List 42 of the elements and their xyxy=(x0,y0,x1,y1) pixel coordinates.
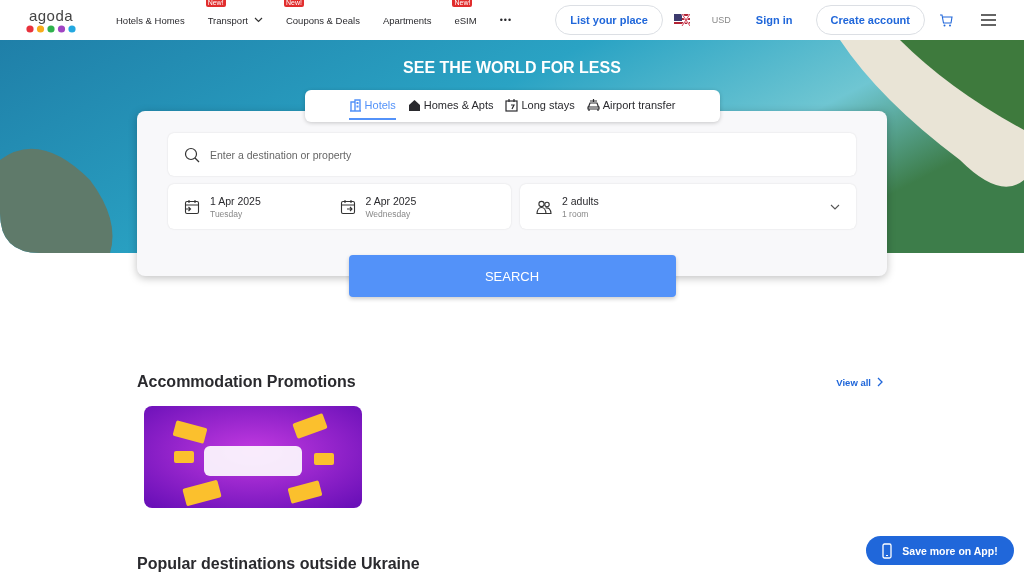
logo-dots-icon xyxy=(26,24,76,33)
guests-count: 2 adults xyxy=(562,194,599,207)
calendar-check-out-icon xyxy=(339,198,356,215)
check-in-date: 1 Apr 2025 xyxy=(210,194,261,207)
logo-text[interactable]: agoda xyxy=(28,7,74,23)
sign-in-link[interactable]: Sign in xyxy=(755,14,793,26)
chevron-down-icon xyxy=(830,203,840,210)
view-all-link[interactable]: View all xyxy=(836,376,883,388)
list-your-place-button[interactable]: List your place xyxy=(555,5,663,35)
flag-icon xyxy=(673,14,690,26)
search-tab[interactable]: Long stays xyxy=(505,90,575,120)
check-out-day: Wednesday xyxy=(365,208,417,219)
search-icon xyxy=(184,147,200,163)
currency-selector[interactable]: USD xyxy=(711,15,731,25)
people-icon xyxy=(536,198,552,215)
menu-icon xyxy=(981,14,996,26)
calendar-check-in-icon xyxy=(184,198,200,215)
guests-field[interactable]: 2 adults 1 room xyxy=(520,184,856,229)
search-tab[interactable]: Airport transfer xyxy=(586,90,676,120)
more-menu-button[interactable]: ••• xyxy=(499,15,513,25)
nav-link[interactable]: Transport xyxy=(207,14,248,26)
search-tab[interactable]: Homes & Apts xyxy=(407,90,494,120)
nav-link[interactable]: eSIM xyxy=(454,14,477,26)
destination-field[interactable]: Enter a destination or property xyxy=(168,133,856,176)
check-in-day: Tuesday xyxy=(210,208,261,219)
cart-icon xyxy=(939,13,953,27)
car-icon xyxy=(586,98,600,112)
chevron-right-icon xyxy=(877,377,883,387)
phone-icon xyxy=(882,542,893,559)
create-account-button[interactable]: Create account xyxy=(815,5,925,35)
save-more-on-app-button[interactable]: Save more on App! xyxy=(866,536,1014,565)
date-field[interactable]: 1 Apr 2025 Tuesday 2 Apr 2025 Wednesday xyxy=(168,184,511,229)
section-title: Accommodation Promotions xyxy=(137,373,356,391)
nav-link[interactable]: Apartments xyxy=(382,14,432,26)
rooms-count: 1 room xyxy=(562,208,590,219)
hero-title: SEE THE WORLD FOR LESS xyxy=(403,59,621,78)
nav-link[interactable]: Hotels & Homes xyxy=(116,14,185,26)
calendar-icon xyxy=(505,98,519,112)
section-title: Popular destinations outside Ukraine xyxy=(137,555,421,573)
check-out-date: 2 Apr 2025 xyxy=(365,194,417,207)
nav-link[interactable]: Coupons & Deals xyxy=(285,14,360,26)
hotel-icon xyxy=(348,98,362,112)
